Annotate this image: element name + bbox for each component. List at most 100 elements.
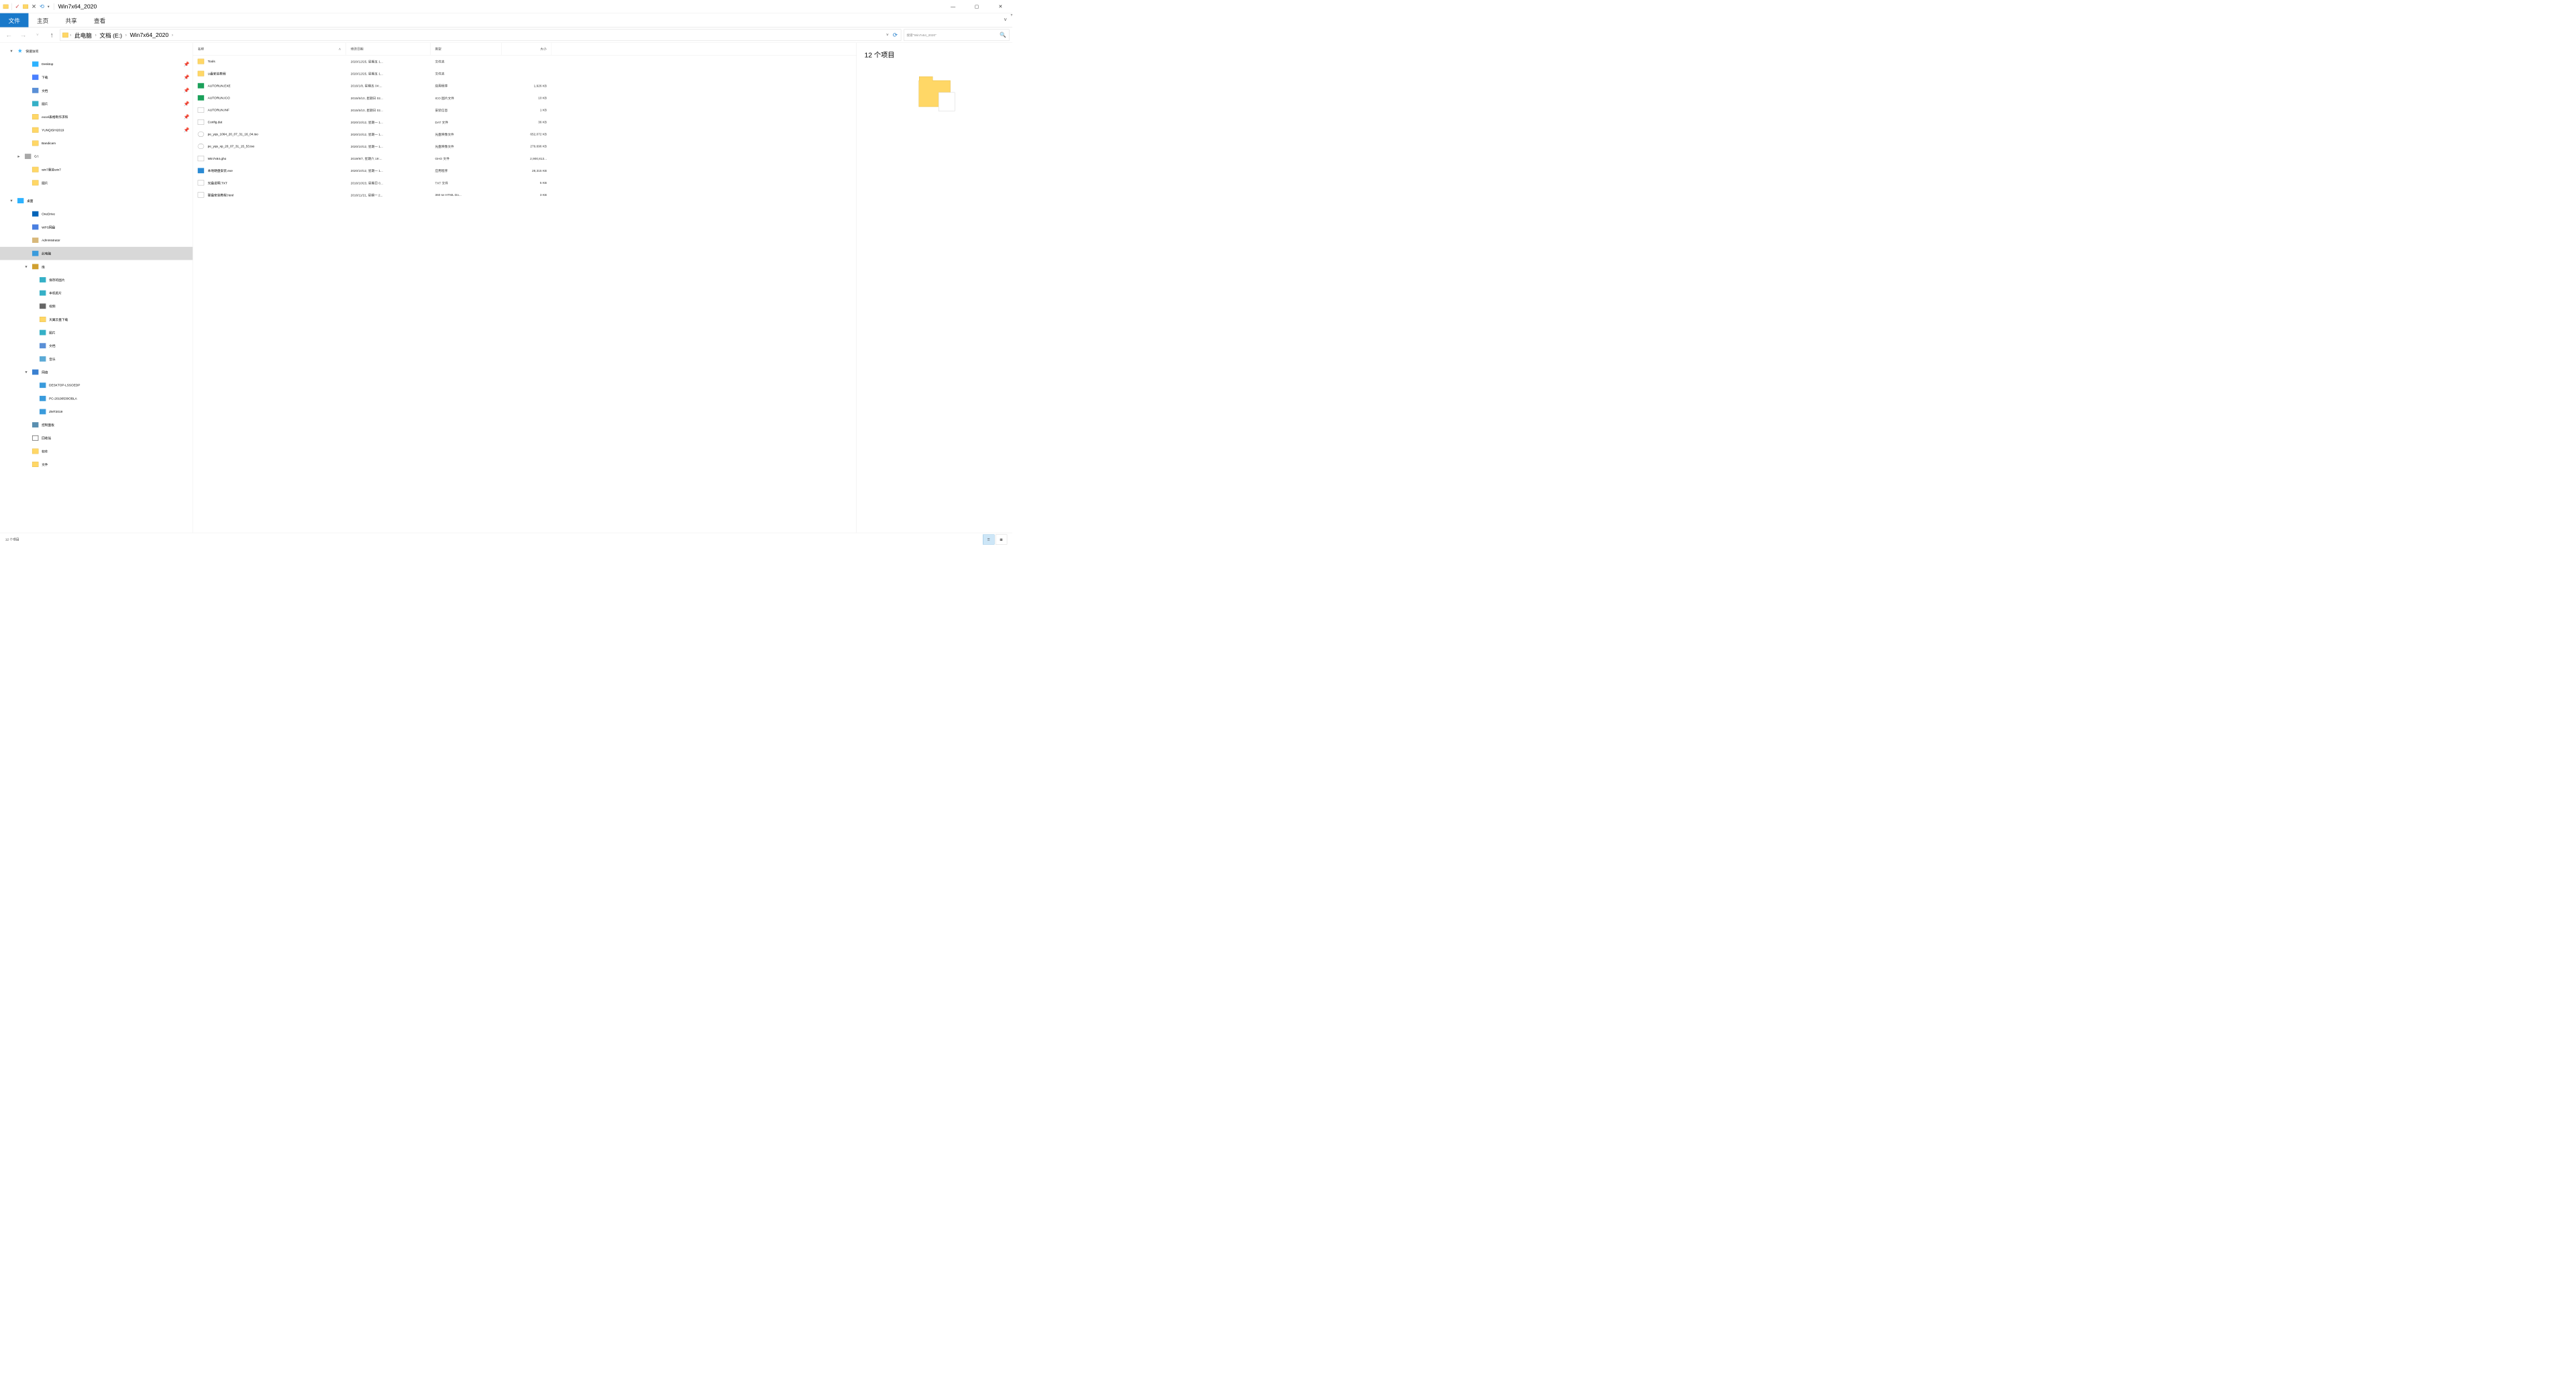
breadcrumb[interactable]: › 此电脑 › 文档 (E:) › Win7x64_2020 › ˅ ⟳ <box>60 29 902 40</box>
sidebar-item[interactable]: 此电脑 <box>0 247 193 260</box>
pin-icon: 📌 <box>184 101 190 106</box>
help-button[interactable]: ? <box>1010 13 1012 28</box>
chevron-right-icon[interactable]: › <box>70 33 71 38</box>
sidebar-item[interactable]: excel表格制作求和📌 <box>0 110 193 123</box>
sidebar-item[interactable]: OneDrive <box>0 207 193 221</box>
table-row[interactable]: Win7x64.gho2019/9/7, 星期六 19:...GHO 文件2,9… <box>193 152 857 164</box>
breadcrumb-item[interactable]: Win7x64_2020 <box>128 32 170 38</box>
sidebar-item[interactable]: WPS网盘 <box>0 221 193 234</box>
qat-check-icon[interactable]: ✓ <box>15 3 19 10</box>
view-icons-button[interactable]: ▦ <box>996 534 1007 544</box>
chevron-icon[interactable]: ▸ <box>16 154 22 159</box>
sidebar-item[interactable]: Administrator <box>0 234 193 247</box>
file-icon <box>198 168 204 173</box>
chevron-right-icon[interactable]: › <box>95 33 97 38</box>
sidebar-item[interactable]: PC-20190530OBLA <box>0 392 193 405</box>
file-icon <box>198 180 204 185</box>
sidebar-item[interactable]: 天翼云盘下载 <box>0 313 193 326</box>
table-row[interactable]: 光盘说明.TXT2016/10/23, 星期日 0...TXT 文件5 KB <box>193 176 857 189</box>
chevron-icon[interactable]: ▾ <box>23 264 30 269</box>
back-button[interactable]: ← <box>3 29 15 40</box>
sidebar-item[interactable]: 文档📌 <box>0 84 193 97</box>
sidebar-item[interactable]: Desktop📌 <box>0 58 193 71</box>
tab-view[interactable]: 查看 <box>85 13 113 28</box>
table-row[interactable]: pe_yqs_1064_20_07_31_16_04.iso2020/10/12… <box>193 128 857 140</box>
chevron-icon[interactable]: ▾ <box>23 370 30 375</box>
column-name[interactable]: 名称˄ <box>193 43 346 55</box>
table-row[interactable]: 本地硬盘安装.exe2020/10/12, 星期一 1...应用程序28,315… <box>193 164 857 176</box>
ico-pic-icon <box>40 277 46 282</box>
sidebar-item[interactable]: 本机照片 <box>0 287 193 300</box>
sidebar-item[interactable]: 控制面板 <box>0 418 193 431</box>
sidebar-item[interactable]: DESKTOP-LSSOEDP <box>0 378 193 392</box>
sidebar-item[interactable]: 文件 <box>0 458 193 471</box>
tab-home[interactable]: 主页 <box>28 13 56 28</box>
qat-close-icon[interactable]: ✕ <box>32 3 36 10</box>
table-row[interactable]: Tools2020/12/25, 星期五 1...文件夹 <box>193 56 857 68</box>
view-details-button[interactable]: ☰ <box>983 534 994 544</box>
table-row[interactable]: pe_yqs_xp_20_07_31_15_53.iso2020/10/12, … <box>193 140 857 152</box>
tab-share[interactable]: 共享 <box>57 13 85 28</box>
sidebar: ▾ ★ 快速访问 Desktop📌下载📌文档📌图片📌excel表格制作求和📌YU… <box>0 43 193 533</box>
search-input[interactable]: 搜索"Win7x64_2020" 🔍 <box>904 29 1009 40</box>
sidebar-item[interactable]: 视频 <box>0 299 193 313</box>
sidebar-item[interactable]: 回收站 <box>0 431 193 445</box>
sidebar-item[interactable]: 图片📌 <box>0 97 193 111</box>
address-dropdown-icon[interactable]: ˅ <box>885 33 890 38</box>
sidebar-item[interactable]: ▸G:\ <box>0 150 193 163</box>
forward-button[interactable]: → <box>17 29 29 40</box>
sidebar-item[interactable]: ▾网络 <box>0 366 193 379</box>
sidebar-item[interactable]: 图片 <box>0 176 193 190</box>
maximize-button[interactable]: ▢ <box>965 0 988 13</box>
sidebar-item[interactable]: 图片 <box>0 326 193 340</box>
qat-back-icon[interactable]: ⟲ <box>40 3 44 10</box>
sidebar-item[interactable]: 保存的图片 <box>0 273 193 287</box>
sidebar-item[interactable]: 音乐 <box>0 352 193 366</box>
qat-folder-icon[interactable] <box>23 4 28 8</box>
file-icon <box>198 95 204 101</box>
close-button[interactable]: ✕ <box>989 0 1012 13</box>
up-button[interactable]: ↑ <box>46 29 57 40</box>
sidebar-desktop[interactable]: ▾ 桌面 <box>0 194 193 207</box>
sidebar-item[interactable]: ▾库 <box>0 260 193 273</box>
ico-pc-icon <box>40 409 46 415</box>
chevron-down-icon[interactable]: ▾ <box>9 48 15 54</box>
table-row[interactable]: 硬盘安装教程.html2016/11/21, 星期一 2...360 se HT… <box>193 189 857 201</box>
sidebar-item[interactable]: Bandicam <box>0 137 193 150</box>
sidebar-item[interactable]: 文档 <box>0 339 193 352</box>
qat-dropdown-icon[interactable]: ▾ <box>48 4 50 9</box>
address-bar: ← → ˅ ↑ › 此电脑 › 文档 (E:) › Win7x64_2020 ›… <box>0 28 1012 43</box>
ico-cloud-icon <box>32 211 38 217</box>
recent-dropdown[interactable]: ˅ <box>32 29 43 40</box>
status-bar: 12 个项目 ☰ ▦ <box>0 533 1012 546</box>
chevron-right-icon[interactable]: › <box>172 33 173 38</box>
breadcrumb-item[interactable]: 此电脑 <box>73 31 94 40</box>
minimize-button[interactable]: — <box>941 0 965 13</box>
column-size[interactable]: 大小 <box>501 43 551 55</box>
ico-music-icon <box>40 356 46 362</box>
breadcrumb-item[interactable]: 文档 (E:) <box>98 31 123 40</box>
column-date[interactable]: 修改日期 <box>346 43 431 55</box>
table-row[interactable]: Config.dat2020/10/12, 星期一 1...DAT 文件36 K… <box>193 116 857 128</box>
chevron-down-icon[interactable]: ▾ <box>9 198 15 203</box>
breadcrumb-folder-icon <box>62 33 68 38</box>
file-icon <box>198 59 204 64</box>
file-icon <box>198 156 204 161</box>
table-row[interactable]: AUTORUN.ICO2015/5/10, 星期日 02...ICO 图片文件1… <box>193 92 857 104</box>
sidebar-item[interactable]: win7重装win7 <box>0 163 193 176</box>
sidebar-item[interactable]: 软件 <box>0 445 193 458</box>
chevron-right-icon[interactable]: › <box>125 33 127 38</box>
table-row[interactable]: AUTORUN.INF2015/5/10, 星期日 02...安装信息1 KB <box>193 104 857 116</box>
search-icon[interactable]: 🔍 <box>1000 32 1006 38</box>
refresh-icon[interactable]: ⟳ <box>892 32 898 38</box>
sidebar-quick-access[interactable]: ▾ ★ 快速访问 <box>0 44 193 58</box>
ribbon-collapse-icon[interactable]: ˅ <box>1000 13 1011 28</box>
preview-pane: 12 个项目 <box>856 43 1012 533</box>
sidebar-item[interactable]: 下载📌 <box>0 70 193 84</box>
sidebar-item[interactable]: ZMT2019 <box>0 405 193 419</box>
column-type[interactable]: 类型 <box>430 43 501 55</box>
table-row[interactable]: AUTORUN.EXE2016/1/8, 星期五 04:...应用程序1,926… <box>193 80 857 92</box>
tab-file[interactable]: 文件 <box>0 13 28 28</box>
sidebar-item[interactable]: YUNQISHI2019📌 <box>0 123 193 137</box>
table-row[interactable]: U盘安装教程2020/12/25, 星期五 1...文件夹 <box>193 68 857 80</box>
